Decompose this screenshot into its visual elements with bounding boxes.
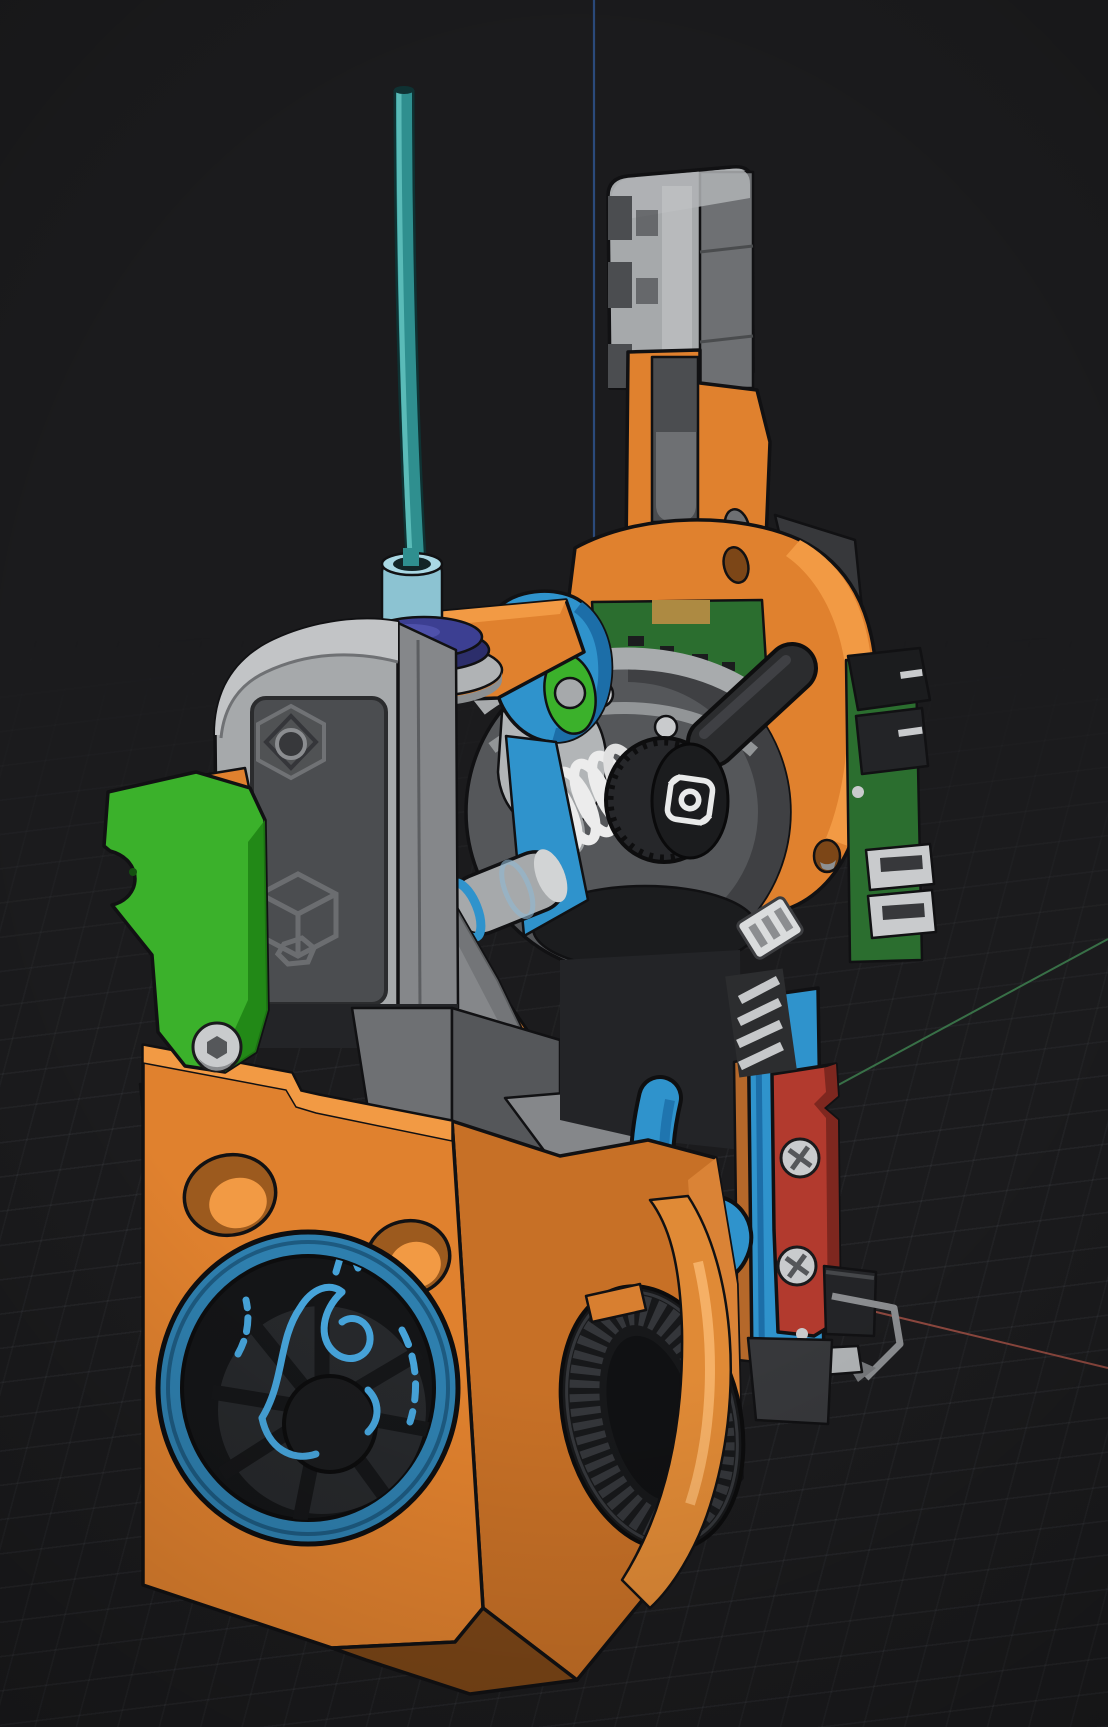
pcb-tan-strip <box>652 600 710 624</box>
usb-slot <box>882 903 925 920</box>
countersunk-screw <box>655 716 677 738</box>
model-canvas[interactable] <box>0 0 1108 1727</box>
knob-face <box>652 744 728 858</box>
pcb-connector-black <box>856 708 928 774</box>
cad-viewport[interactable] <box>0 0 1108 1727</box>
mount-slot <box>608 196 632 240</box>
mount-slot <box>636 278 658 304</box>
pcb-screw <box>852 786 864 798</box>
pcb-component <box>628 636 644 646</box>
toolhead-pcb[interactable] <box>846 648 936 962</box>
idler-lever[interactable] <box>104 768 268 1072</box>
idler-pin <box>555 678 585 708</box>
emblem-circle <box>277 730 305 758</box>
lever-hole <box>129 868 137 876</box>
pcb-connector-black <box>848 648 930 710</box>
arm-slot-insert <box>656 432 696 522</box>
tube-in-coupler <box>403 548 419 566</box>
lower-box <box>748 1338 832 1424</box>
tension-knob[interactable] <box>606 738 728 862</box>
tower-right-face <box>396 622 458 1008</box>
hex-camera-emblem <box>258 706 324 778</box>
tube-top-cap <box>394 86 414 94</box>
tower-seam <box>418 640 420 1008</box>
usb-slot <box>880 855 923 872</box>
front-fan[interactable] <box>158 1232 458 1544</box>
mount-slot <box>608 262 632 308</box>
mount-slot <box>636 210 658 236</box>
ptfe-tube[interactable] <box>394 86 416 558</box>
